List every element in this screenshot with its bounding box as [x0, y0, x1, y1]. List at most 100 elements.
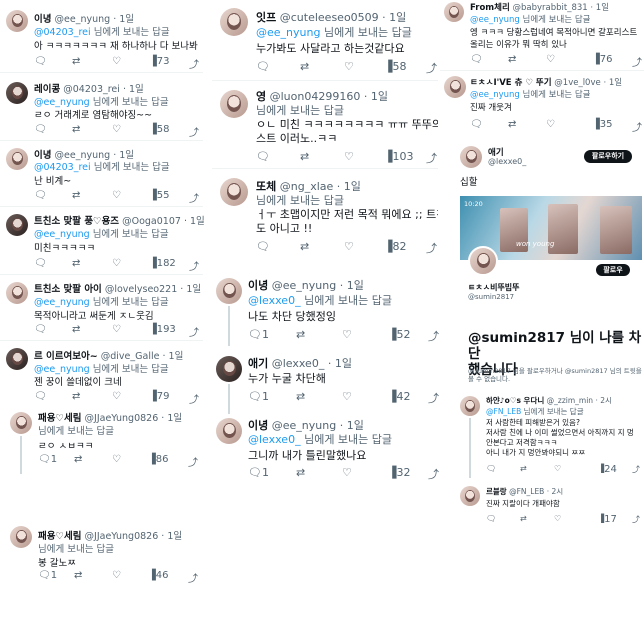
share-icon[interactable]: ⤴ — [632, 464, 640, 475]
like-icon[interactable]: ♡ — [342, 466, 352, 479]
like-icon[interactable]: ♡ — [112, 258, 121, 269]
avatar[interactable] — [6, 82, 28, 104]
reply-icon[interactable]: 🗨 — [34, 190, 47, 201]
display-name[interactable]: 이녕 — [248, 279, 268, 292]
avatar[interactable] — [220, 90, 248, 118]
reply-icon[interactable]: 🗨 — [34, 391, 47, 402]
reply-icon[interactable]: 🗨 — [486, 464, 496, 473]
views-count[interactable]: ▐ 193 — [149, 324, 176, 335]
views-count[interactable]: ▐ 103 — [384, 150, 413, 163]
avatar[interactable] — [6, 148, 28, 170]
like-icon[interactable]: ♡ — [112, 190, 121, 201]
views-count[interactable]: ▐ 42 — [388, 390, 410, 403]
reply-to-link[interactable]: @ee_nyung — [34, 297, 90, 308]
follow-button[interactable]: 팔로우하기 — [584, 150, 632, 163]
avatar[interactable] — [6, 282, 28, 304]
tweet[interactable]: 르블랑 @FN_LEB · 2시 진짜 지랄이다 개패야함 🗨 ⇄ ♡ ▐ 17… — [440, 484, 644, 528]
share-icon[interactable]: ⤴ — [426, 240, 437, 256]
reply-count[interactable]: 🗨 1 — [248, 466, 269, 479]
retweet-icon[interactable]: ⇄ — [72, 258, 80, 269]
reply-count[interactable]: 🗨 1 — [38, 570, 57, 581]
avatar[interactable] — [6, 10, 28, 32]
like-icon[interactable]: ♡ — [112, 324, 121, 335]
retweet-icon[interactable]: ⇄ — [508, 119, 516, 130]
reply-icon[interactable]: 🗨 — [34, 324, 47, 335]
retweet-icon[interactable]: ⇄ — [296, 390, 305, 403]
avatar[interactable] — [220, 8, 248, 36]
retweet-icon[interactable]: ⇄ — [74, 454, 82, 465]
reply-to-link[interactable]: @04203_rei — [34, 27, 91, 38]
tweet[interactable]: 트친소 맞팔 풍♡용즈 @Ooga0107 · 1일 @ee_nyung 님에게… — [0, 208, 205, 275]
like-icon[interactable]: ♡ — [112, 56, 121, 67]
views-count[interactable]: ▐ 79 — [149, 391, 169, 402]
retweet-icon[interactable]: ⇄ — [72, 324, 80, 335]
retweet-icon[interactable]: ⇄ — [296, 328, 305, 341]
share-icon[interactable]: ⤴ — [189, 56, 199, 71]
retweet-icon[interactable]: ⇄ — [296, 466, 305, 479]
reply-to-link[interactable]: @ee_nyung — [34, 229, 90, 240]
tweet[interactable]: ㅌㅊㅅI'VE 츄 ♡ 뚜기 @1ve_l0ve · 1일 @ee_nyung … — [440, 72, 644, 134]
like-icon[interactable]: ♡ — [112, 454, 121, 465]
share-icon[interactable]: ⤴ — [189, 124, 199, 139]
like-icon[interactable]: ♡ — [112, 124, 121, 135]
reply-to-link[interactable]: @FN_LEB — [486, 407, 521, 416]
retweet-icon[interactable]: ⇄ — [72, 190, 80, 201]
reply-icon[interactable]: 🗨 — [486, 514, 496, 523]
views-count[interactable]: ▐ 182 — [149, 258, 176, 269]
avatar[interactable] — [6, 348, 28, 370]
share-icon[interactable]: ⤴ — [189, 190, 199, 205]
tweet[interactable]: 패용♡세림 @JJaeYung0826 · 1일 님에게 보내는 답글 봉 갈노… — [0, 522, 203, 586]
reply-icon[interactable]: 🗨 — [470, 54, 483, 65]
retweet-icon[interactable]: ⇄ — [300, 240, 309, 253]
views-count[interactable]: ▐ 17 — [598, 514, 617, 525]
reply-icon[interactable]: 🗨 — [470, 119, 483, 130]
like-icon[interactable]: ♡ — [344, 150, 354, 163]
like-icon[interactable]: ♡ — [342, 328, 352, 341]
share-icon[interactable]: ⤴ — [632, 54, 642, 69]
avatar[interactable] — [216, 278, 242, 304]
reply-to-link[interactable]: @ee_nyung — [256, 26, 320, 39]
avatar[interactable] — [10, 526, 32, 548]
retweet-icon[interactable]: ⇄ — [72, 56, 80, 67]
views-count[interactable]: ▐ 73 — [149, 56, 169, 67]
display-name[interactable]: ㅌㅊㅅI'VE 츄 ♡ 뚜기 — [470, 78, 552, 88]
like-icon[interactable]: ♡ — [554, 464, 561, 473]
reply-icon[interactable]: 🗨 — [34, 258, 47, 269]
profile-avatar[interactable] — [468, 246, 498, 276]
retweet-icon[interactable]: ⇄ — [508, 54, 516, 65]
tweet[interactable]: 레이콩 @04203_rei · 1일 @ee_nyung 님에게 보내는 답글… — [0, 74, 203, 141]
tweet[interactable]: 또체 @ng_xlae · 1일 님에게 보내는 답글 ㅓㅜ 초맵이지만 저런 … — [212, 170, 438, 262]
share-icon[interactable]: ⤴ — [428, 390, 439, 406]
views-count[interactable]: ▐ 52 — [388, 328, 410, 341]
views-count[interactable]: ▐ 55 — [149, 190, 169, 201]
display-name[interactable]: From체리 — [470, 3, 510, 13]
tweet[interactable]: 잇프 @cuteleeseo0509 · 1일 @ee_nyung 님에게 보내… — [212, 0, 438, 82]
share-icon[interactable]: ⤴ — [188, 570, 198, 585]
reply-count[interactable]: 🗨 1 — [248, 328, 269, 341]
tweet[interactable]: 영 @luon04299160 · 1일 님에게 보내는 답글 ㅇㄴ 미친 ㅋㅋ… — [212, 82, 438, 169]
tweet[interactable]: 이녕 @ee_nyung · 1일 @lexxe0_ 님에게 보내는 답글 나도… — [212, 270, 439, 346]
reply-count[interactable]: 🗨 1 — [38, 454, 57, 465]
retweet-icon[interactable]: ⇄ — [72, 124, 80, 135]
display-name[interactable]: 잇프 — [256, 11, 276, 24]
like-icon[interactable]: ♡ — [554, 514, 561, 523]
like-icon[interactable]: ♡ — [344, 240, 354, 253]
avatar[interactable] — [220, 178, 248, 206]
reply-to-link[interactable]: @lexxe0_ — [248, 294, 301, 307]
views-count[interactable]: ▐ 58 — [384, 60, 406, 73]
retweet-icon[interactable]: ⇄ — [300, 60, 309, 73]
like-icon[interactable]: ♡ — [342, 390, 352, 403]
tweet[interactable]: From체리 @babyrabbit_831 · 1일 @ee_nyung 님에… — [440, 0, 644, 71]
share-icon[interactable]: ⤴ — [189, 324, 199, 339]
tweet[interactable]: 이녕 @ee_nyung · 1일 @04203_rei 님에게 보내는 답글 … — [0, 142, 203, 208]
views-count[interactable]: ▐ 46 — [148, 570, 168, 581]
reply-to-link[interactable]: @ee_nyung — [470, 15, 520, 25]
views-count[interactable]: ▐ 32 — [388, 466, 410, 479]
like-icon[interactable]: ♡ — [112, 570, 121, 581]
reply-to-link[interactable]: @ee_nyung — [470, 90, 520, 100]
avatar[interactable] — [216, 356, 242, 382]
retweet-icon[interactable]: ⇄ — [74, 570, 82, 581]
reply-icon[interactable]: 🗨 — [34, 124, 47, 135]
share-icon[interactable]: ⤴ — [632, 514, 640, 525]
retweet-icon[interactable]: ⇄ — [72, 391, 80, 402]
